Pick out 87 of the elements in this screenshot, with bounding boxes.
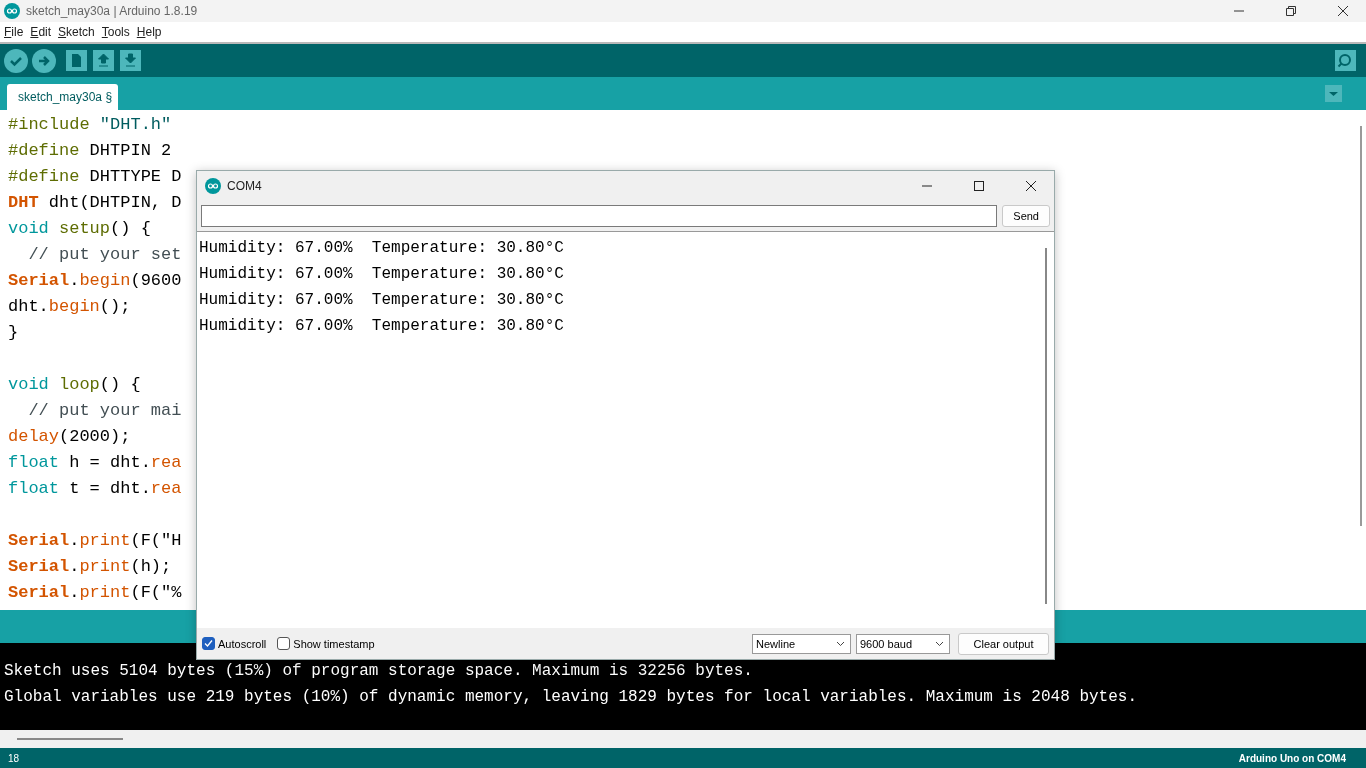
code-token: #define xyxy=(8,141,80,160)
code-token: t = dht. xyxy=(68,479,151,498)
code-token: rea xyxy=(150,453,182,472)
scrollbar-thumb[interactable] xyxy=(1360,126,1362,526)
code-token: print xyxy=(79,531,131,550)
line-number: 18 xyxy=(8,752,20,764)
new-file-button[interactable] xyxy=(66,50,87,71)
file-tab[interactable]: sketch_may30a § xyxy=(7,84,119,110)
code-token: // put your set xyxy=(27,245,182,264)
code-token: delay xyxy=(8,427,59,446)
caret-icon xyxy=(836,640,845,647)
close-icon[interactable] xyxy=(1336,4,1350,18)
code-token: h = dht. xyxy=(68,453,151,472)
console-line: Global variables use 219 bytes (10%) of dynamic memory, leaving 1829 bytes for local variables. Maximum is 2048 bytes. xyxy=(4,687,1138,708)
autoscroll-checkbox[interactable] xyxy=(202,637,215,650)
code-token: void xyxy=(8,375,49,394)
tab-menu-icon[interactable] xyxy=(1325,85,1342,102)
code-token: #define xyxy=(8,167,80,186)
code-token: dht. xyxy=(8,297,49,316)
app-logo-icon xyxy=(205,178,221,194)
code-token: () { xyxy=(110,219,151,238)
window-title: sketch_may30a | Arduino 1.8.19 xyxy=(26,4,199,18)
console-line: Sketch uses 5104 bytes (15%) of program storage space. Maximum is 32256 bytes. xyxy=(4,661,754,682)
code-token: "DHT.h" xyxy=(98,115,172,134)
menu-item[interactable]: Sketch xyxy=(58,25,95,39)
serial-output-line: Humidity: 67.00% Temperature: 30.80°C xyxy=(198,316,565,337)
code-token: DHTPIN 2 xyxy=(88,141,172,160)
code-token: () { xyxy=(99,375,141,394)
code-token: #include xyxy=(8,115,90,134)
checkbox-label: Show timestamp xyxy=(293,637,375,650)
code-token: (F("H xyxy=(130,531,182,550)
code-token: Serial xyxy=(8,557,70,576)
code-token: (); xyxy=(99,297,131,316)
code-token: . xyxy=(69,583,80,602)
code-token: (F("% xyxy=(130,583,182,602)
board-status: Arduino Uno on COM4 xyxy=(1238,752,1346,764)
menu-item[interactable]: Edit xyxy=(30,25,52,39)
restore-icon[interactable] xyxy=(1284,4,1298,18)
clear-output-button[interactable]: Clear output xyxy=(958,632,1049,655)
open-button[interactable] xyxy=(93,50,114,71)
scrollbar-thumb[interactable] xyxy=(17,738,123,740)
code-token: . xyxy=(69,531,80,550)
save-button[interactable] xyxy=(120,50,141,71)
code-token: Serial xyxy=(8,583,70,602)
code-token: } xyxy=(8,323,19,342)
serial-output-line: Humidity: 67.00% Temperature: 30.80°C xyxy=(198,238,565,259)
code-token: rea xyxy=(150,479,182,498)
code-token: print xyxy=(79,583,131,602)
serial-output-line: Humidity: 67.00% Temperature: 30.80°C xyxy=(198,264,565,285)
code-token: Serial xyxy=(8,271,70,290)
verify-button[interactable] xyxy=(4,48,28,73)
serial-monitor-button[interactable] xyxy=(1335,50,1356,71)
code-token: . xyxy=(69,271,80,290)
code-token: float xyxy=(8,479,59,498)
code-token: print xyxy=(79,557,131,576)
timestamp-checkbox[interactable] xyxy=(277,637,291,650)
close-icon[interactable] xyxy=(1025,180,1037,192)
code-token: (h); xyxy=(130,557,172,576)
code-token: begin xyxy=(48,297,100,316)
scrollbar-thumb[interactable] xyxy=(1045,248,1047,604)
upload-button[interactable] xyxy=(32,48,56,73)
code-token: begin xyxy=(79,271,131,290)
code-token: DHTTYPE D xyxy=(88,167,182,186)
code-token: . xyxy=(69,557,80,576)
app-logo-icon xyxy=(4,3,20,19)
maximize-icon[interactable] xyxy=(973,180,985,192)
send-button[interactable]: Send xyxy=(1002,205,1050,227)
code-token: dht(DHTPIN, D xyxy=(47,193,182,212)
menu-item[interactable]: Tools xyxy=(101,25,130,39)
code-token: void xyxy=(8,219,49,238)
serial-output-line: Humidity: 67.00% Temperature: 30.80°C xyxy=(198,290,565,311)
message-input-field[interactable] xyxy=(201,205,998,227)
window-title: COM4 xyxy=(227,179,263,193)
code-token: (2000); xyxy=(59,427,131,446)
checkbox-label: Autoscroll xyxy=(218,637,267,650)
code-token: DHT xyxy=(8,193,39,212)
menu-item[interactable]: Help xyxy=(136,25,162,39)
baud-rate-dropdown[interactable]: 9600 baud xyxy=(856,633,950,654)
line-ending-dropdown[interactable]: Newline xyxy=(752,633,851,654)
code-token: Serial xyxy=(8,531,70,550)
code-token: float xyxy=(8,453,59,472)
menu-item[interactable]: File xyxy=(4,25,24,39)
code-token: (9600 xyxy=(130,271,182,290)
code-token: loop xyxy=(58,375,100,394)
code-token: // put your mai xyxy=(27,401,182,420)
caret-icon xyxy=(935,640,944,647)
code-token: setup xyxy=(58,219,111,238)
